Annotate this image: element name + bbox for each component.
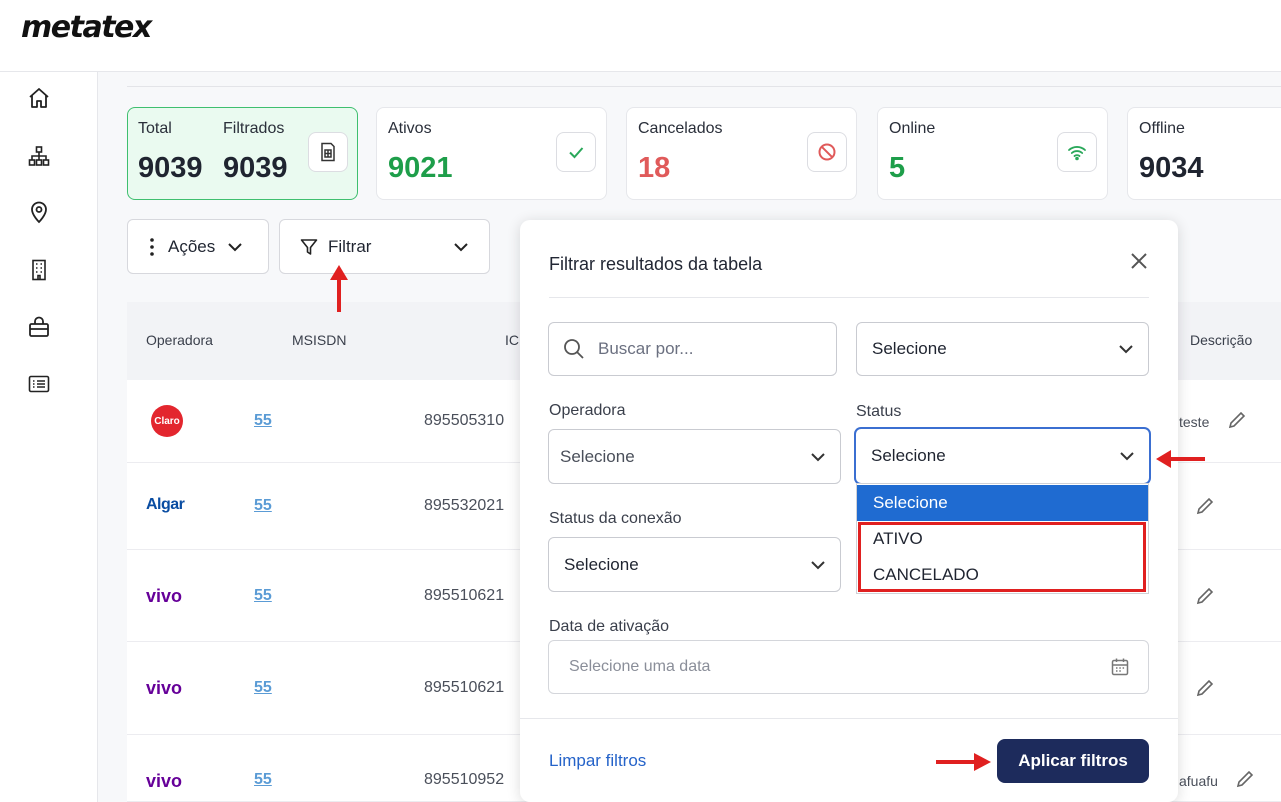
msisdn-link[interactable]: 55 (254, 771, 272, 789)
building-icon[interactable] (26, 257, 52, 283)
online-value: 5 (889, 152, 906, 184)
cancelados-label: Cancelados (638, 120, 723, 137)
chevron-down-icon (811, 452, 825, 461)
online-label: Online (889, 120, 936, 137)
calendar-icon (1110, 657, 1130, 677)
pencil-icon[interactable] (1195, 586, 1215, 606)
pencil-icon[interactable] (1195, 678, 1215, 698)
iccid-cell: 895510952 (424, 771, 505, 788)
th-iccid[interactable]: IC (505, 332, 519, 348)
cancelados-value: 18 (638, 152, 671, 184)
pencil-icon[interactable] (1235, 769, 1255, 789)
card-cancelados: Cancelados 18 (626, 107, 857, 200)
msisdn-link[interactable]: 55 (254, 587, 272, 605)
chevron-down-icon (811, 560, 825, 569)
offline-label: Offline (1139, 120, 1185, 137)
acoes-label: Ações (168, 236, 216, 256)
shopping-bag-icon[interactable] (26, 314, 52, 340)
msisdn-link[interactable]: 55 (254, 497, 272, 515)
operadora-select[interactable]: Selecione (548, 429, 841, 484)
search-field-select[interactable]: Selecione (856, 322, 1149, 376)
home-icon[interactable] (26, 85, 52, 111)
sim-card-icon (308, 132, 348, 172)
msisdn-link[interactable]: 55 (254, 679, 272, 697)
vivo-logo: vivo (146, 771, 183, 791)
chevron-down-icon (227, 242, 243, 252)
sitemap-icon[interactable] (26, 143, 52, 169)
filtrados-value: 9039 (223, 152, 288, 184)
vivo-logo: vivo (146, 586, 183, 606)
vivo-logo: vivo (146, 678, 183, 698)
option-selecione[interactable]: Selecione (857, 485, 1148, 521)
status-select[interactable]: Selecione (855, 428, 1150, 484)
th-msisdn[interactable]: MSISDN (292, 332, 346, 348)
desc-cell: afuafu (1179, 773, 1218, 789)
status-dropdown: Selecione ATIVO CANCELADO (856, 483, 1149, 594)
chevron-down-icon (1119, 345, 1133, 354)
apply-filters-button[interactable]: Aplicar filtros (997, 739, 1149, 783)
ativos-value: 9021 (388, 152, 453, 184)
sidebar (0, 72, 98, 802)
date-placeholder: Selecione uma data (569, 658, 711, 675)
option-ativo[interactable]: ATIVO (857, 521, 1148, 557)
date-input[interactable]: Selecione uma data (548, 640, 1149, 694)
desc-cell: teste (1179, 414, 1210, 430)
map-pin-icon[interactable] (26, 199, 52, 225)
iccid-cell: 895510621 (424, 679, 505, 696)
filter-panel: Filtrar resultados da tabela Buscar por.… (520, 220, 1178, 802)
filtrar-button[interactable]: Filtrar (279, 219, 490, 274)
data-ativacao-label: Data de ativação (549, 618, 670, 635)
ban-icon (807, 132, 847, 172)
divider (127, 86, 1281, 87)
card-offline: Offline 9034 (1127, 107, 1281, 200)
select-value: Selecione (564, 554, 639, 574)
acoes-button[interactable]: Ações (127, 219, 269, 274)
brand-logo[interactable]: metatex (21, 10, 152, 45)
card-online: Online 5 (877, 107, 1108, 200)
offline-value: 9034 (1139, 152, 1204, 184)
pencil-icon[interactable] (1227, 410, 1247, 430)
chevron-down-icon (453, 242, 469, 252)
search-placeholder: Buscar por... (598, 339, 694, 358)
claro-logo: Claro (151, 405, 183, 437)
th-descricao[interactable]: Descrição (1190, 332, 1252, 348)
iccid-cell: 895505310 (424, 412, 505, 429)
panel-title: Filtrar resultados da tabela (549, 254, 763, 274)
filtrados-label: Filtrados (223, 120, 285, 137)
iccid-cell: 895510621 (424, 587, 505, 604)
wifi-icon (1057, 132, 1097, 172)
algar-logo: Algar (146, 496, 185, 513)
option-cancelado[interactable]: CANCELADO (857, 557, 1148, 593)
conexao-label: Status da conexão (549, 510, 682, 527)
select-value: Selecione (872, 339, 947, 358)
check-icon (556, 132, 596, 172)
divider (549, 297, 1149, 298)
close-icon[interactable] (1128, 250, 1150, 272)
search-input[interactable]: Buscar por... (548, 322, 837, 376)
top-bar: metatex (0, 0, 1281, 72)
pencil-icon[interactable] (1195, 496, 1215, 516)
select-value: Selecione (560, 446, 635, 466)
conexao-select[interactable]: Selecione (548, 537, 841, 592)
msisdn-link[interactable]: 55 (254, 412, 272, 430)
total-label: Total (138, 120, 172, 137)
card-total: Total 9039 Filtrados 9039 (127, 107, 358, 200)
iccid-cell: 895532021 (424, 497, 505, 514)
funnel-icon (300, 238, 318, 256)
chevron-down-icon (1120, 452, 1134, 461)
ativos-label: Ativos (388, 120, 432, 137)
th-operadora[interactable]: Operadora (146, 332, 213, 348)
card-ativos: Ativos 9021 (376, 107, 607, 200)
operadora-label: Operadora (549, 402, 626, 419)
dots-vertical-icon (150, 237, 154, 256)
clear-filters-link[interactable]: Limpar filtros (549, 751, 646, 771)
select-value: Selecione (871, 446, 946, 465)
filtrar-label: Filtrar (328, 236, 372, 256)
list-icon[interactable] (26, 371, 52, 397)
search-icon (563, 338, 585, 360)
status-label: Status (856, 403, 902, 420)
total-value: 9039 (138, 152, 203, 184)
divider (520, 718, 1178, 719)
